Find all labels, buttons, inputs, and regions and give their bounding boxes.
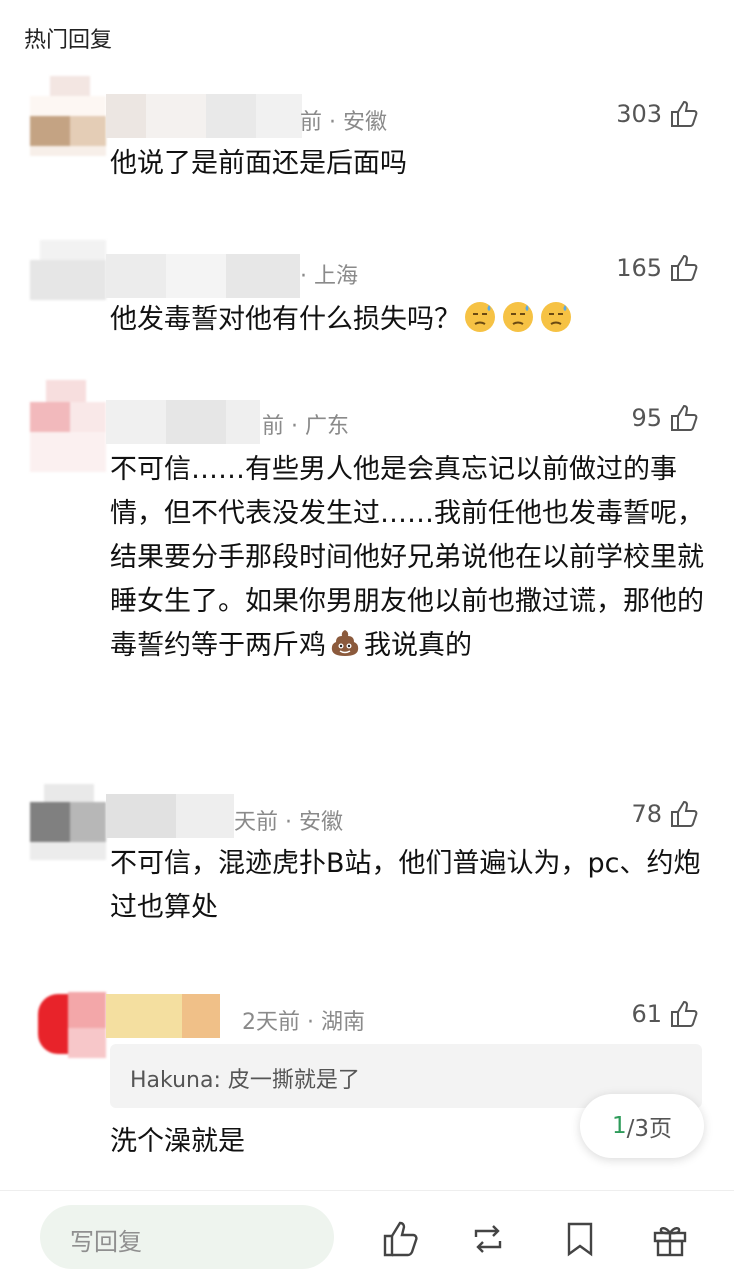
thumbs-up-icon: [671, 800, 698, 827]
avatar[interactable]: [30, 380, 106, 472]
comment-text-tail: 我说真的: [364, 630, 472, 661]
like-icon[interactable]: [380, 1219, 420, 1259]
like-count[interactable]: 61: [631, 998, 700, 1030]
sweat-emoji-icon: [503, 302, 533, 332]
username-blur: [106, 400, 260, 444]
thumbs-up-icon: [671, 100, 698, 127]
like-count-value: 303: [616, 100, 662, 128]
bottom-bar: 写回复: [0, 1190, 734, 1280]
avatar[interactable]: [30, 784, 106, 860]
poop-emoji-icon: [331, 630, 359, 656]
sweat-emoji-icon: [541, 302, 571, 332]
like-count[interactable]: 78: [631, 798, 700, 830]
page-indicator[interactable]: 1/3页: [580, 1094, 704, 1158]
repost-icon[interactable]: [468, 1219, 508, 1259]
reply-input[interactable]: 写回复: [40, 1205, 334, 1269]
like-count-value: 61: [631, 1000, 662, 1028]
thumbs-up-icon: [671, 1000, 698, 1027]
thumbs-up-icon: [671, 254, 698, 281]
sweat-emoji-icon: [465, 302, 495, 332]
page-total: /3页: [626, 1116, 673, 1142]
comment-text: 他发毒誓对他有什么损失吗？: [110, 298, 710, 342]
comment-text-body: 他发毒誓对他有什么损失吗？: [110, 304, 461, 335]
comment-meta: · 上海: [300, 264, 358, 289]
page-current: 1: [611, 1113, 627, 1139]
comment-text: 不可信……有些男人他是会真忘记以前做过的事情，但不代表没发生过……我前任他也发毒…: [110, 448, 710, 668]
like-count-value: 95: [631, 404, 662, 432]
like-count[interactable]: 95: [631, 402, 700, 434]
comment-text: 不可信，混迹虎扑B站，他们普遍认为，pc、约炮过也算处: [110, 848, 701, 923]
section-title: 热门回复: [24, 28, 113, 53]
comment-meta: 2天前 · 湖南: [242, 1010, 365, 1035]
username-blur: [106, 794, 234, 838]
username-blur: [106, 994, 220, 1038]
comment-meta: 前 · 广东: [262, 414, 349, 439]
username-blur: [106, 94, 302, 138]
comment-meta: 前 · 安徽: [300, 110, 387, 135]
comment-text: 他说了是前面还是后面吗: [110, 148, 407, 179]
username-blur: [106, 254, 300, 298]
like-count-value: 78: [631, 800, 662, 828]
avatar[interactable]: [30, 988, 106, 1068]
comment-meta: 天前 · 安徽: [234, 810, 343, 835]
gift-icon[interactable]: [650, 1219, 690, 1259]
avatar[interactable]: [30, 76, 106, 156]
avatar[interactable]: [30, 240, 106, 300]
bookmark-icon[interactable]: [560, 1219, 600, 1259]
like-count[interactable]: 165: [616, 252, 700, 284]
thumbs-up-icon: [671, 404, 698, 431]
like-count-value: 165: [616, 254, 662, 282]
like-count[interactable]: 303: [616, 98, 700, 130]
